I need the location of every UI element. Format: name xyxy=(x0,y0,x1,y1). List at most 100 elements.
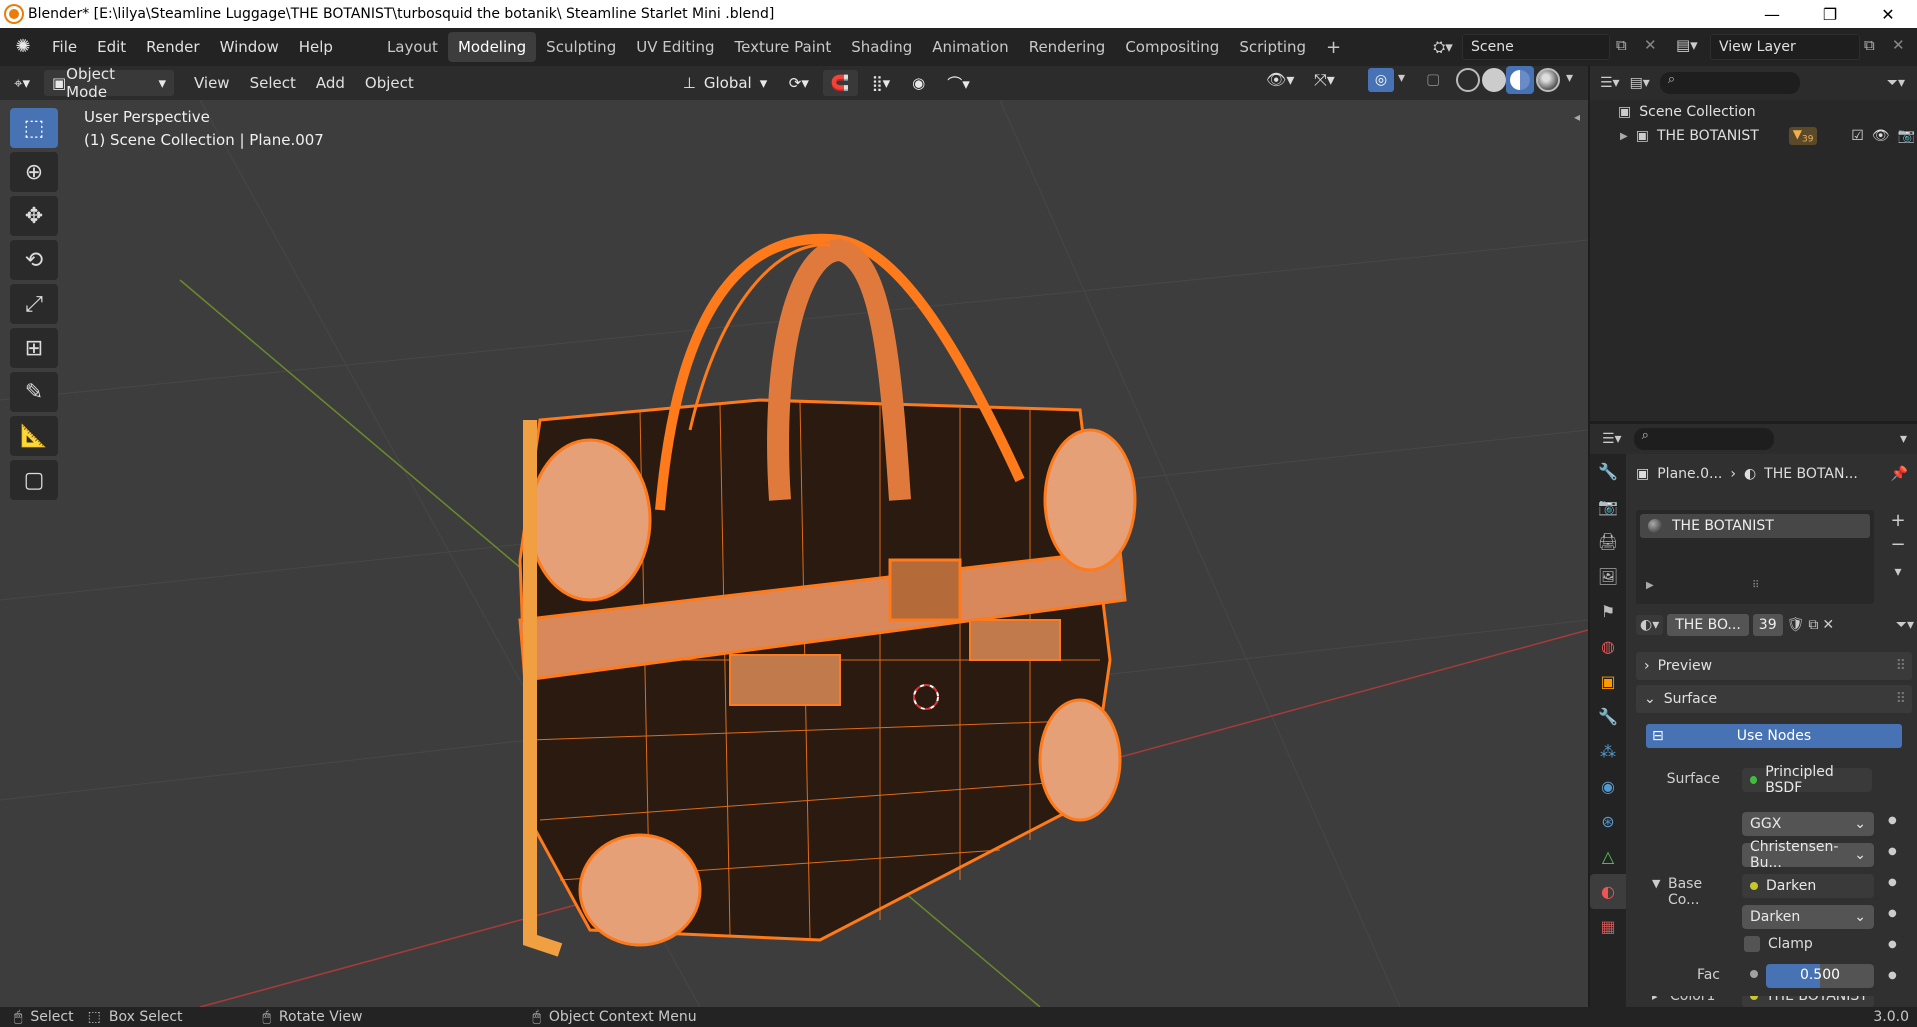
drag-handle-icon[interactable]: ⠿ xyxy=(1896,691,1906,707)
menu-edit[interactable]: Edit xyxy=(87,38,136,56)
orientation-dropdown[interactable]: ⊥ Global ▾ xyxy=(675,70,775,96)
color1-expand-icon[interactable]: ▸ xyxy=(1652,996,1658,1003)
restore-button[interactable]: ❐ xyxy=(1801,0,1859,28)
blend-type-dropdown[interactable]: Darken ⌄ xyxy=(1742,905,1874,929)
material-name-field[interactable]: THE BO... xyxy=(1667,614,1749,636)
render-tab-icon[interactable]: 📷 xyxy=(1590,489,1626,524)
wireframe-shading-icon[interactable] xyxy=(1456,68,1480,92)
mode-dropdown[interactable]: ▣ Object Mode ▾ xyxy=(43,65,174,101)
play-arrow-icon[interactable]: ▶ xyxy=(1646,580,1654,591)
material-slot-item[interactable]: THE BOTANIST xyxy=(1640,514,1870,538)
scene-field[interactable]: Scene xyxy=(1462,34,1610,60)
outliner-row-scene-collection[interactable]: ▣ Scene Collection xyxy=(1618,100,1756,124)
exclude-checkbox-icon[interactable]: ☑ xyxy=(1851,128,1864,144)
tab-layout[interactable]: Layout xyxy=(377,32,448,62)
menu-window[interactable]: Window xyxy=(210,38,289,56)
expand-arrow-icon[interactable]: ▶ xyxy=(1620,131,1628,142)
output-tab-icon[interactable]: 🖨 xyxy=(1590,524,1626,559)
tool-tab-icon[interactable]: 🔧 xyxy=(1590,454,1626,489)
rendered-shading-icon[interactable] xyxy=(1536,68,1560,92)
transform-tool-icon[interactable]: ⊞ xyxy=(10,328,58,368)
tab-scripting[interactable]: Scripting xyxy=(1229,32,1316,62)
delete-view-layer-icon[interactable]: ✕ xyxy=(1892,36,1905,54)
color1-field[interactable]: THE BOTANIST xyxy=(1742,996,1874,1007)
use-nodes-button[interactable]: ⊟ Use Nodes xyxy=(1646,724,1902,748)
add-workspace-button[interactable]: + xyxy=(1316,31,1351,64)
tab-shading[interactable]: Shading xyxy=(841,32,922,62)
user-count-badge[interactable]: 39 xyxy=(1752,614,1783,636)
annotate-tool-icon[interactable]: ✎ xyxy=(10,372,58,412)
outliner-row-the-botanist[interactable]: ▶ ▣ THE BOTANIST ▼39 ☑ 👁 📷 xyxy=(1620,124,1915,148)
surface-shader-field[interactable]: Principled BSDF xyxy=(1742,764,1872,796)
sidebar-toggle-icon[interactable]: ◂ xyxy=(1574,110,1580,124)
properties-search-input[interactable]: ⌕ xyxy=(1633,428,1774,450)
xray-toggle-icon[interactable]: ▢ xyxy=(1426,70,1440,88)
slot-specials-button[interactable]: ▾ xyxy=(1886,564,1910,588)
proportional-edit-icon[interactable]: ◉ xyxy=(904,70,933,96)
keyframe-dot-icon[interactable]: ● xyxy=(1888,846,1897,857)
remove-slot-button[interactable]: − xyxy=(1886,534,1910,558)
keyframe-dot-icon[interactable]: ● xyxy=(1888,877,1897,888)
menu-object[interactable]: Object xyxy=(355,74,424,92)
tab-compositing[interactable]: Compositing xyxy=(1115,32,1229,62)
keyframe-dot-icon[interactable]: ● xyxy=(1888,970,1897,981)
cursor-tool-icon[interactable]: ⊕ xyxy=(10,152,58,192)
resize-handle-icon[interactable]: ⠿ xyxy=(1752,580,1759,591)
duplicate-material-icon[interactable]: ⧉ xyxy=(1808,617,1818,633)
add-cube-tool-icon[interactable]: ▢ xyxy=(10,460,58,500)
particles-tab-icon[interactable]: ⁂ xyxy=(1590,734,1626,769)
view-layer-tab-icon[interactable]: 🖼 xyxy=(1590,559,1626,594)
pin-icon[interactable]: 📌 xyxy=(1891,466,1908,482)
overlays-dropdown-icon[interactable]: ▾ xyxy=(1398,70,1405,86)
subsurface-method-dropdown[interactable]: Christensen-Bu... ⌄ xyxy=(1742,839,1874,871)
fake-user-icon[interactable]: 🛡 xyxy=(1787,617,1805,633)
tab-sculpting[interactable]: Sculpting xyxy=(536,32,626,62)
add-slot-button[interactable]: + xyxy=(1886,510,1910,534)
filter-icon[interactable]: ⏷▾ xyxy=(1887,75,1905,91)
menu-view[interactable]: View xyxy=(184,74,240,92)
scene-selector-icon[interactable]: ⛭▾ xyxy=(1428,34,1458,60)
view-layer-field[interactable]: View Layer xyxy=(1710,34,1860,60)
menu-select[interactable]: Select xyxy=(240,74,306,92)
visibility-eye-icon[interactable]: 👁 xyxy=(1872,128,1890,144)
outliner-editor-type-icon[interactable]: ☰▾ xyxy=(1600,75,1620,91)
properties-editor-type-icon[interactable]: ☰▾ xyxy=(1602,431,1622,447)
material-tab-icon[interactable]: ◐ xyxy=(1590,874,1626,909)
tab-rendering[interactable]: Rendering xyxy=(1019,32,1116,62)
drag-handle-icon[interactable]: ⠿ xyxy=(1896,658,1906,674)
preview-panel-header[interactable]: › Preview ⠿ xyxy=(1636,652,1912,680)
scene-tab-icon[interactable]: ⚑ xyxy=(1590,594,1626,629)
outliner-search-input[interactable]: ⌕ xyxy=(1659,72,1800,94)
menu-render[interactable]: Render xyxy=(136,38,209,56)
surface-panel-header[interactable]: ⌄ Surface ⠿ xyxy=(1636,685,1912,713)
render-camera-icon[interactable]: 📷 xyxy=(1898,128,1915,144)
menu-file[interactable]: File xyxy=(42,38,87,56)
scale-tool-icon[interactable]: ⤢ xyxy=(10,284,58,324)
keyframe-dot-icon[interactable]: ● xyxy=(1888,908,1897,919)
new-view-layer-icon[interactable]: ⧉ xyxy=(1864,36,1875,54)
material-shading-icon[interactable] xyxy=(1506,66,1534,94)
close-button[interactable]: ✕ xyxy=(1859,0,1917,28)
display-mode-icon[interactable]: ▤▾ xyxy=(1630,75,1650,91)
texture-tab-icon[interactable]: ▦ xyxy=(1590,909,1626,944)
properties-options-icon[interactable]: ▾ xyxy=(1900,431,1907,447)
data-tab-icon[interactable]: △ xyxy=(1590,839,1626,874)
gizmo-toggle-icon[interactable]: ⤧▾ xyxy=(1314,70,1335,90)
base-color-expand-icon[interactable]: ▼ xyxy=(1652,877,1660,890)
tab-modeling[interactable]: Modeling xyxy=(447,32,537,62)
editor-type-icon[interactable]: ⌖▾ xyxy=(6,70,38,96)
fac-slider[interactable]: 0.500 xyxy=(1766,964,1874,988)
pivot-point-icon[interactable]: ⟳▾ xyxy=(781,70,817,96)
snap-toggle-icon[interactable]: 🧲 xyxy=(822,70,858,96)
tab-animation[interactable]: Animation xyxy=(922,32,1018,62)
rotate-tool-icon[interactable]: ⟲ xyxy=(10,240,58,280)
menu-help[interactable]: Help xyxy=(289,38,343,56)
material-filter-icon[interactable]: ⏷▾ xyxy=(1896,617,1914,633)
tab-texture-paint[interactable]: Texture Paint xyxy=(724,32,841,62)
object-visibility-icon[interactable]: 👁▾ xyxy=(1266,70,1294,89)
3d-viewport[interactable]: ⬚ ⊕ ✥ ⟲ ⤢ ⊞ ✎ 📐 ▢ User Perspective (1) S… xyxy=(0,100,1588,1007)
proportional-falloff-icon[interactable]: ⌒▾ xyxy=(939,70,978,96)
modifier-tab-icon[interactable]: 🔧 xyxy=(1590,699,1626,734)
browse-material-icon[interactable]: ◐▾ xyxy=(1636,615,1664,635)
move-tool-icon[interactable]: ✥ xyxy=(10,196,58,236)
